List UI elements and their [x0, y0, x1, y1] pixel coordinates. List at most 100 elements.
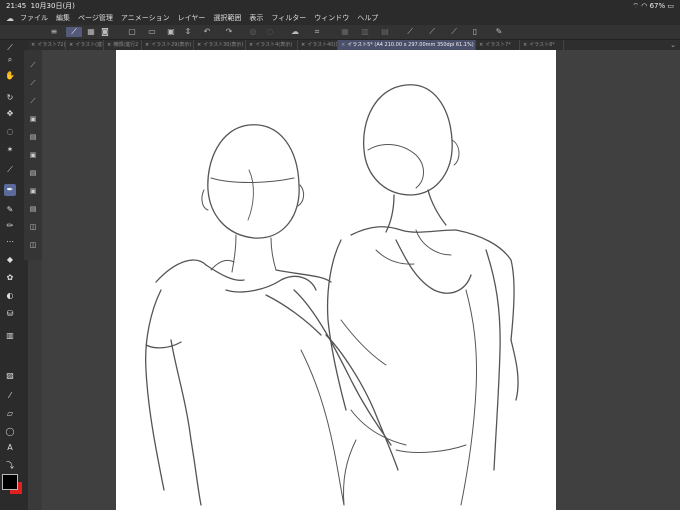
text-icon[interactable]: A: [4, 442, 16, 454]
zoom-icon[interactable]: ⌕: [4, 54, 16, 66]
ruler-icon[interactable]: ⁄: [4, 390, 16, 402]
pencil-icon[interactable]: ✎: [4, 204, 16, 216]
sub-k-icon[interactable]: ◫: [28, 240, 38, 250]
document-tab[interactable]: × イラスト8*: [520, 40, 564, 50]
canvas-area[interactable]: [42, 50, 680, 510]
eraser-icon[interactable]: ◆: [4, 254, 16, 266]
close-tab-icon[interactable]: ×: [341, 42, 345, 48]
close-tab-icon[interactable]: ×: [145, 42, 149, 48]
transform-icon[interactable]: ▦: [340, 27, 350, 37]
sub-d-icon[interactable]: ▣: [28, 114, 38, 124]
menu-item[interactable]: 表示: [249, 12, 263, 25]
document-tab[interactable]: ×イラスト72(表: [28, 40, 66, 50]
hand-icon[interactable]: ✋: [4, 70, 16, 82]
rotate-canvas-icon[interactable]: ▤: [380, 27, 390, 37]
status-right: ⌔ ◠ 67% ▭: [632, 0, 674, 12]
document-tab[interactable]: × 横顔(進行2: [104, 40, 142, 50]
open-folder-icon[interactable]: ▭: [147, 27, 157, 37]
close-tab-icon[interactable]: ×: [31, 42, 35, 48]
line-icon[interactable]: ▱: [4, 408, 16, 420]
app-logo-icon[interactable]: ☁: [6, 14, 16, 23]
snap-special-icon[interactable]: ⟋: [427, 27, 437, 37]
cloud-icon[interactable]: ☁: [290, 27, 300, 37]
rotate-icon[interactable]: ↻: [4, 92, 16, 104]
menu-item[interactable]: アニメーション: [121, 12, 170, 25]
menu-item[interactable]: ヘルプ: [357, 12, 378, 25]
redo-icon[interactable]: ↷: [224, 27, 234, 37]
edit-icon[interactable]: ✎: [494, 27, 504, 37]
snap-grid-icon[interactable]: ⟋: [449, 27, 459, 37]
correct-line-icon[interactable]: ⤵: [4, 460, 16, 472]
crop-icon[interactable]: ⌗: [312, 27, 322, 37]
flip-icon[interactable]: ▥: [360, 27, 370, 37]
document-tab[interactable]: × イラスト4(表示): [246, 40, 298, 50]
sub-f-icon[interactable]: ▣: [28, 150, 38, 160]
select-invert-icon[interactable]: ◌: [265, 27, 275, 37]
close-tab-icon[interactable]: ×: [479, 42, 483, 48]
menu-icon[interactable]: ≡: [49, 27, 59, 37]
sub-b-icon[interactable]: ⟋: [28, 78, 38, 88]
sub-i-icon[interactable]: ▤: [28, 204, 38, 214]
chevron-down-icon[interactable]: ⌄: [670, 40, 676, 50]
sub-c-icon[interactable]: ⟋: [28, 96, 38, 106]
sub-a-icon[interactable]: ⟋: [28, 60, 38, 70]
gradient-icon[interactable]: ▥: [4, 330, 16, 342]
airbrush-icon[interactable]: ⋯: [4, 236, 16, 248]
menu-item[interactable]: 編集: [56, 12, 70, 25]
layer-icon[interactable]: ▦: [86, 27, 96, 37]
sub-j-icon[interactable]: ◫: [28, 222, 38, 232]
magic-wand-icon[interactable]: ✶: [4, 144, 16, 156]
stepper-icon[interactable]: ⇕: [183, 27, 193, 37]
move-icon[interactable]: ✥: [4, 108, 16, 120]
tab-label: イラスト(進行2: [75, 42, 103, 48]
fill-icon[interactable]: ⛁: [4, 308, 16, 320]
sub-h-icon[interactable]: ▣: [28, 186, 38, 196]
menu-item[interactable]: ウィンドウ: [314, 12, 349, 25]
document-tab[interactable]: × イラスト5* (A4 210.00 x 297.00mm 350dpi 61.…: [338, 40, 476, 50]
document-tabs: ⌄ ×イラスト72(表×イラスト(進行2×横顔(進行2×イラスト29(表示)×イ…: [28, 40, 680, 50]
lasso-icon[interactable]: ◌: [4, 126, 16, 138]
document-tab[interactable]: ×イラスト(進行2: [66, 40, 104, 50]
document-tab[interactable]: × イラスト30(表示): [194, 40, 246, 50]
blend-icon[interactable]: ◐: [4, 290, 16, 302]
close-tab-icon[interactable]: ×: [197, 42, 201, 48]
document-tab[interactable]: × イラスト7*: [476, 40, 520, 50]
snap-ruler-icon[interactable]: ⟋: [405, 27, 415, 37]
pen-stroke-icon[interactable]: ⟋: [66, 27, 82, 37]
eyedropper-icon[interactable]: ⟋: [4, 42, 16, 54]
brush-icon[interactable]: ✏: [4, 220, 16, 232]
menu-item[interactable]: 選択範囲: [213, 12, 241, 25]
sub-e-icon[interactable]: ▤: [28, 132, 38, 142]
device-icon[interactable]: ▯: [470, 27, 480, 37]
document-tab[interactable]: × イラスト40(表: [298, 40, 338, 50]
eyedropper2-icon[interactable]: ⟋: [4, 164, 16, 176]
status-time: 21:45 10月30日(月): [6, 2, 75, 10]
record-icon[interactable]: ◙: [100, 27, 110, 37]
menu-item[interactable]: フィルター: [271, 12, 306, 25]
figure-icon[interactable]: ▨: [4, 370, 16, 382]
tab-label: イラスト30(表示): [203, 42, 244, 48]
close-tab-icon[interactable]: ×: [523, 42, 527, 48]
decoration-icon[interactable]: ✿: [4, 272, 16, 284]
select-clear-icon[interactable]: ◎: [248, 27, 258, 37]
tab-label: 横顔(進行2: [113, 42, 139, 48]
foreground-color[interactable]: [2, 474, 18, 490]
close-tab-icon[interactable]: ×: [107, 42, 111, 48]
new-file-icon[interactable]: ▢: [127, 27, 137, 37]
close-tab-icon[interactable]: ×: [249, 42, 253, 48]
sub-tool-palette: ⟋ ⟋ ⟋ ▣ ▤ ▣ ▤ ▣ ▤ ◫ ◫: [24, 50, 42, 260]
tab-label: イラスト5* (A4 210.00 x 297.00mm 350dpi 61.1…: [347, 42, 474, 48]
sub-g-icon[interactable]: ▤: [28, 168, 38, 178]
balloon-icon[interactable]: ◯: [4, 426, 16, 438]
close-tab-icon[interactable]: ×: [301, 42, 305, 48]
menu-item[interactable]: ファイル: [20, 12, 48, 25]
menu-item[interactable]: レイヤー: [178, 12, 206, 25]
menu-item[interactable]: ページ管理: [78, 12, 113, 25]
undo-icon[interactable]: ↶: [202, 27, 212, 37]
canvas-paper[interactable]: [116, 50, 556, 510]
save-icon[interactable]: ▣: [166, 27, 176, 37]
close-tab-icon[interactable]: ×: [69, 42, 73, 48]
pen-icon[interactable]: ✒: [4, 184, 16, 196]
document-tab[interactable]: × イラスト29(表示): [142, 40, 194, 50]
menu-bar: ☁ ファイル 編集 ページ管理 アニメーション レイヤー 選択範囲 表示 フィルター ウィンドウ…: [0, 12, 680, 25]
